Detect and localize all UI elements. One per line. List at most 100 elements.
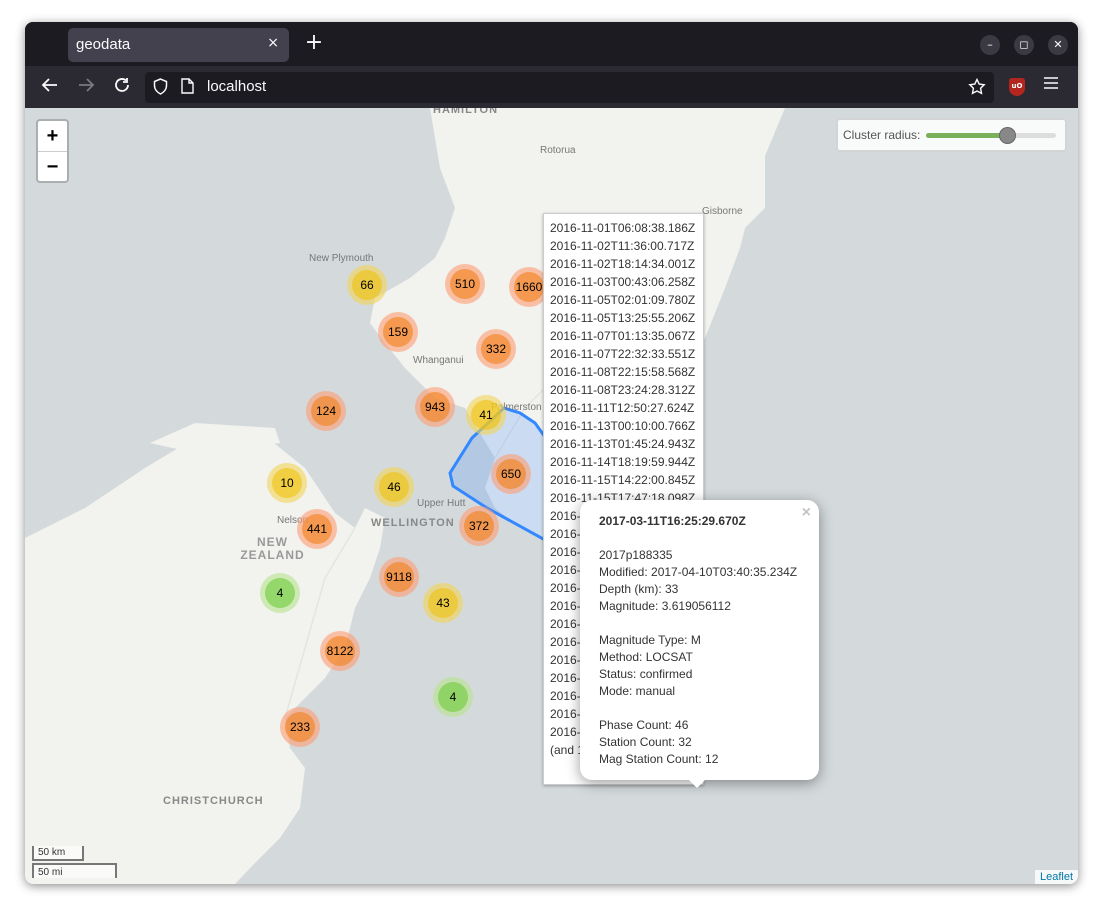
cluster-marker[interactable]: 943 (415, 387, 455, 427)
cluster-count: 8122 (325, 636, 355, 666)
popup-status: Status: confirmed (599, 667, 693, 681)
cluster-count: 650 (496, 459, 526, 489)
tooltip-list-item: 2016-11-13T00:10:00.766Z (550, 419, 696, 433)
tooltip-list-item: 2016-11-02T11:36:00.717Z (550, 239, 695, 253)
leaflet-map[interactable]: HAMILTON Rotorua Gisborne New Plymouth W… (25, 108, 1078, 884)
tooltip-list-item: 2016-11-01T06:08:38.186Z (550, 221, 696, 235)
cluster-marker[interactable]: 8122 (320, 631, 360, 671)
popup-title: 2017-03-11T16:25:29.670Z (599, 514, 746, 528)
cluster-count: 332 (481, 334, 511, 364)
popup-method: Method: LOCSAT (599, 650, 693, 664)
popup-close-icon[interactable]: × (802, 504, 811, 522)
tooltip-list-item: 2016-11-02T18:14:34.001Z (550, 257, 696, 271)
cluster-count: 159 (383, 317, 413, 347)
cluster-marker[interactable]: 510 (445, 264, 485, 304)
event-popup: × 2017-03-11T16:25:29.670Z 2017p188335 M… (580, 500, 819, 780)
close-window-button[interactable]: ✕ (1048, 35, 1068, 55)
zoom-control: + − (36, 119, 69, 183)
ublock-extension-icon[interactable]: uO (1009, 78, 1025, 96)
cluster-count: 510 (450, 269, 480, 299)
hamburger-menu-icon[interactable] (1043, 74, 1059, 95)
tab-strip: geodata × + – ◻ ✕ (25, 22, 1078, 66)
zoom-in-button[interactable]: + (38, 121, 67, 151)
zoom-out-button[interactable]: − (38, 151, 67, 181)
place-wellington: WELLINGTON (371, 517, 455, 529)
back-arrow-icon (41, 78, 57, 92)
tab-title: geodata (76, 36, 131, 53)
maximize-button[interactable]: ◻ (1014, 35, 1034, 55)
slider-thumb[interactable] (998, 127, 1016, 144)
popup-depth: Depth (km): 33 (599, 582, 679, 596)
navigation-bar: localhost uO (25, 66, 1078, 108)
tooltip-list-item: 2016-11-07T22:32:33.551Z (550, 347, 696, 361)
cluster-marker[interactable]: 124 (306, 391, 346, 431)
browser-window: geodata × + – ◻ ✕ localhost uO HAMILTON … (25, 22, 1078, 884)
cluster-radius-label: Cluster radius: (843, 128, 921, 142)
scale-mi: 50 mi (32, 863, 117, 878)
tooltip-list-item: 2016-11-05T02:01:09.780Z (550, 293, 696, 307)
cluster-marker[interactable]: 41 (466, 395, 506, 435)
cluster-radius-slider[interactable] (926, 127, 1056, 144)
tooltip-list-item: 2016-11-14T18:19:59.944Z (550, 455, 696, 469)
cluster-count: 10 (272, 468, 302, 498)
tooltip-list-item: 2016-11-05T13:25:55.206Z (550, 311, 696, 325)
place-hamilton: HAMILTON (433, 108, 499, 116)
popup-modified: Modified: 2017-04-10T03:40:35.234Z (599, 565, 798, 579)
cluster-count: 1660 (514, 272, 544, 302)
tooltip-list-item: 2016-11-13T01:45:24.943Z (550, 437, 696, 451)
popup-public-id: 2017p188335 (599, 548, 673, 562)
tooltip-list-item: 2016-11-03T00:43:06.258Z (550, 275, 696, 289)
reload-icon (115, 78, 129, 92)
cluster-marker[interactable]: 650 (491, 454, 531, 494)
attribution-link[interactable]: Leaflet (1034, 870, 1078, 884)
popup-mag-station-count: Mag Station Count: 12 (599, 752, 719, 766)
forward-button[interactable] (75, 76, 97, 98)
forward-arrow-icon (79, 78, 95, 92)
cluster-count: 441 (302, 514, 332, 544)
cluster-count: 66 (352, 270, 382, 300)
cluster-count: 41 (471, 400, 501, 430)
tooltip-list-item: 2016-11-07T01:13:35.067Z (550, 329, 696, 343)
cluster-count: 124 (311, 396, 341, 426)
cluster-count: 233 (285, 712, 315, 742)
cluster-marker[interactable]: 233 (280, 707, 320, 747)
reload-button[interactable] (111, 76, 133, 98)
cluster-marker[interactable]: 46 (374, 467, 414, 507)
cluster-radius-control: Cluster radius: (836, 118, 1067, 152)
tab-geodata[interactable]: geodata × (68, 28, 289, 62)
tooltip-list-item: 2016-11-11T12:50:27.624Z (550, 401, 695, 415)
popup-station-count: Station Count: 32 (599, 735, 692, 749)
new-tab-button[interactable]: + (301, 30, 327, 56)
popup-tip (688, 779, 706, 788)
cluster-marker[interactable]: 372 (459, 506, 499, 546)
back-button[interactable] (39, 76, 61, 98)
scale-km: 50 km (32, 846, 84, 861)
popup-magnitude-type: Magnitude Type: M (599, 633, 701, 647)
cluster-marker[interactable]: 4 (260, 573, 300, 613)
place-gisborne: Gisborne (702, 206, 743, 217)
place-new-zealand: NEW ZEALAND (240, 535, 305, 562)
url-bar[interactable]: localhost (145, 72, 994, 103)
cluster-marker[interactable]: 159 (378, 312, 418, 352)
tab-close-icon[interactable]: × (267, 35, 279, 51)
page-icon (181, 78, 194, 98)
place-upper-hutt: Upper Hutt (417, 498, 466, 509)
cluster-marker[interactable]: 332 (476, 329, 516, 369)
cluster-marker[interactable]: 43 (423, 583, 463, 623)
tooltip-list-item: 2016-11-15T14:22:00.845Z (550, 473, 696, 487)
cluster-marker[interactable]: 4 (433, 677, 473, 717)
place-whanganui: Whanganui (413, 355, 464, 366)
shield-icon[interactable] (153, 78, 168, 99)
cluster-count: 4 (265, 578, 295, 608)
cluster-marker[interactable]: 441 (297, 509, 337, 549)
place-christchurch: CHRISTCHURCH (163, 795, 264, 807)
cluster-marker[interactable]: 9118 (379, 557, 419, 597)
minimize-button[interactable]: – (980, 35, 1000, 55)
popup-phase-count: Phase Count: 46 (599, 718, 689, 732)
bookmark-star-icon[interactable] (968, 77, 986, 100)
cluster-marker[interactable]: 10 (267, 463, 307, 503)
url-text[interactable]: localhost (207, 78, 266, 95)
popup-mode: Mode: manual (599, 684, 676, 698)
cluster-marker[interactable]: 66 (347, 265, 387, 305)
slider-fill (926, 133, 1007, 138)
